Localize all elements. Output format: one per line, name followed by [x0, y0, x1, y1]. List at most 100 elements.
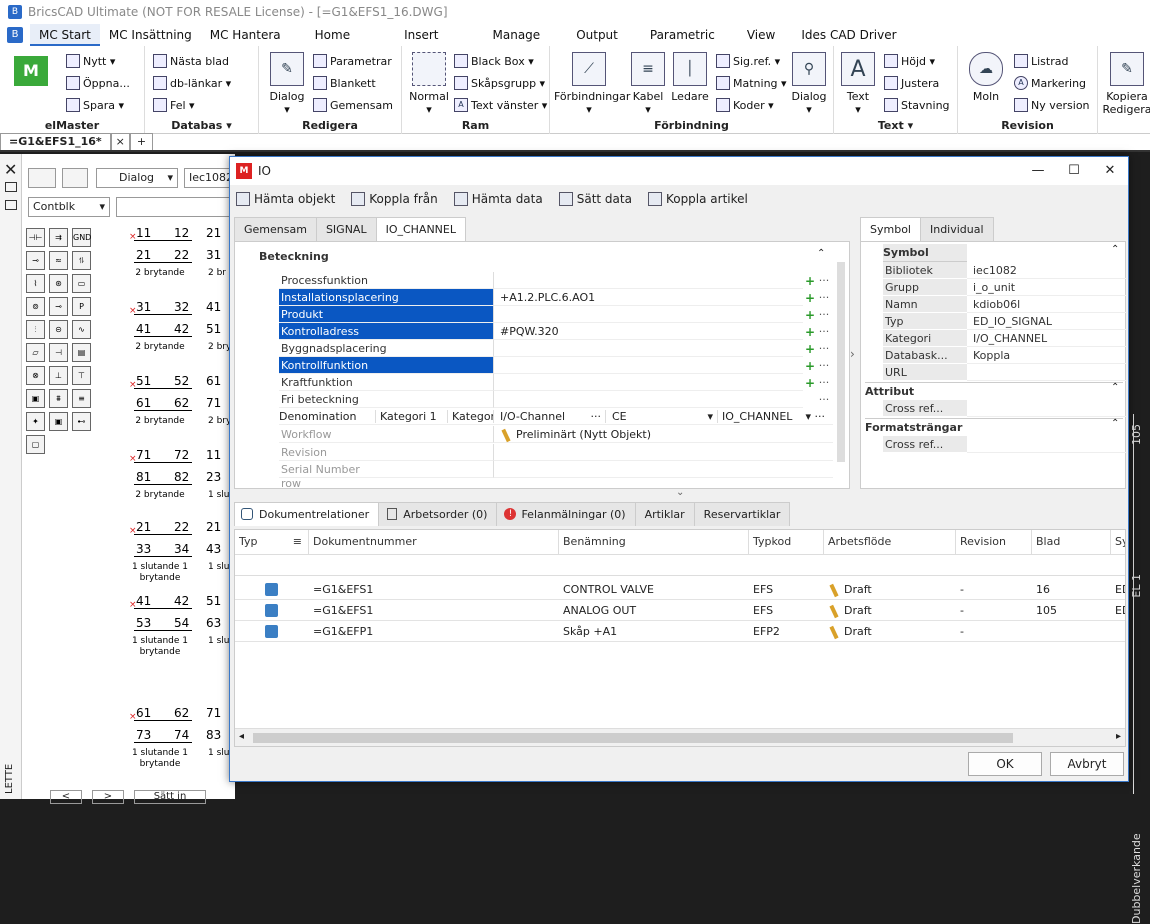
add-icon[interactable]: +	[803, 291, 817, 305]
pin-panel-icon[interactable]	[5, 182, 17, 192]
stavning-button[interactable]: Stavning	[884, 98, 950, 112]
symbol-palette-icon[interactable]: ⊣⊢	[26, 228, 45, 247]
splitter-arrow-icon[interactable]: ⌄	[676, 487, 684, 498]
kabel-button[interactable]: ≡ Kabel ▾	[628, 52, 668, 116]
symbol-palette-icon[interactable]: ⊗	[26, 366, 45, 385]
col-arbetsflode[interactable]: Arbetsflöde	[824, 530, 956, 554]
symbol-palette-icon[interactable]: ▣	[26, 389, 45, 408]
nytt-button[interactable]: Nytt ▾	[66, 54, 115, 68]
spara-button[interactable]: Spara ▾	[66, 98, 124, 112]
close-button[interactable]: ✕	[1092, 157, 1128, 185]
filter-row[interactable]	[235, 554, 1125, 576]
add-icon[interactable]: +	[803, 274, 817, 288]
koppla-fran-button[interactable]: Koppla från	[351, 192, 438, 206]
library-select[interactable]: Iec1082	[184, 168, 235, 188]
satt-in-button[interactable]: Sätt in	[134, 790, 206, 804]
symbol-palette-icon[interactable]: ⫶	[26, 320, 45, 339]
col-revision[interactable]: Revision	[956, 530, 1032, 554]
sort-icon[interactable]: ≡	[293, 530, 308, 554]
symbol-palette-icon[interactable]: ⊤	[72, 366, 91, 385]
add-icon[interactable]: +	[803, 308, 817, 322]
symbol-palette-icon[interactable]: ≡	[72, 389, 91, 408]
tab-mc-hantera[interactable]: MC Hantera	[201, 24, 290, 46]
symbol-palette-icon[interactable]: ⊚	[26, 297, 45, 316]
symbol-palette-icon[interactable]: ⥮	[72, 251, 91, 270]
property-name[interactable]: Kontrollfunktion	[279, 357, 493, 374]
tab-arbetsorder[interactable]: Arbetsorder (0)	[378, 502, 498, 526]
blankett-button[interactable]: Blankett	[313, 76, 376, 90]
doc-tab-close[interactable]: ×	[110, 133, 130, 150]
property-scrollbar[interactable]	[837, 262, 845, 462]
col-blad[interactable]: Blad	[1032, 530, 1111, 554]
tab-mc-start[interactable]: MC Start	[30, 24, 100, 46]
tab-signal[interactable]: SIGNAL	[315, 217, 377, 241]
table-row[interactable]: =G1&EFS1 ANALOG OUT EFS Draft - 105 ED	[235, 600, 1125, 621]
col-typ[interactable]: Typ ≡	[235, 530, 309, 554]
cancel-button[interactable]: Avbryt	[1050, 752, 1124, 776]
symbol-palette-icon[interactable]: ⊷	[72, 412, 91, 431]
add-icon[interactable]: +	[803, 342, 817, 356]
symbol-palette-icon[interactable]: ⊸	[26, 251, 45, 270]
satt-data-button[interactable]: Sätt data	[558, 192, 632, 206]
more-icon[interactable]: ···	[817, 325, 831, 338]
koder-button[interactable]: Koder ▾	[716, 98, 774, 112]
symbol-palette-icon[interactable]: ⊝	[49, 320, 68, 339]
doc-tab-active[interactable]: =G1&EFS1_16*	[0, 133, 111, 150]
normal-button[interactable]: Normal ▾	[406, 52, 452, 116]
text-vanster-button[interactable]: A Text vänster ▾	[454, 98, 547, 112]
markering-button[interactable]: A Markering	[1014, 76, 1086, 90]
tab-insert[interactable]: Insert	[395, 24, 447, 46]
symbol-palette-icon[interactable]: ⌇	[26, 274, 45, 293]
more-icon[interactable]: ···	[817, 342, 831, 355]
symbol-palette-icon[interactable]: GND	[72, 228, 91, 247]
matning-button[interactable]: Matning ▾	[716, 76, 787, 90]
table-row[interactable]: =G1&EFP1 Skåp +A1 EFP2 Draft -	[235, 621, 1125, 642]
property-name[interactable]: Kraftfunktion	[279, 374, 493, 391]
gemensam-button[interactable]: Gemensam	[313, 98, 393, 112]
dialog-button[interactable]: ✎ Dialog ▾	[267, 52, 307, 116]
filter-select[interactable]: Contblk ▾	[28, 197, 110, 217]
switch-label[interactable]: 1 slutande 1	[125, 562, 195, 572]
listrad-button[interactable]: Listrad	[1014, 54, 1068, 68]
cad-canvas[interactable]: Dubbelverkande EL 1 105	[1128, 154, 1150, 924]
symbol-palette-icon[interactable]: ⇉	[49, 228, 68, 247]
property-name[interactable]: Kontrolladress	[279, 323, 493, 340]
more-icon[interactable]: ···	[817, 376, 831, 389]
property-name[interactable]: Fri beteckning	[279, 391, 493, 408]
ny-version-button[interactable]: Ny version	[1014, 98, 1090, 112]
hojd-button[interactable]: Höjd ▾	[884, 54, 935, 68]
tab-manage[interactable]: Manage	[484, 24, 550, 46]
list-view-icon[interactable]	[62, 168, 88, 188]
more-icon[interactable]: ···	[817, 393, 831, 406]
oppna-button[interactable]: Öppna...	[66, 76, 130, 90]
property-value[interactable]	[493, 306, 803, 323]
text-button[interactable]: A Text ▾	[838, 52, 878, 116]
property-name[interactable]: Produkt	[279, 306, 493, 323]
symbol-palette-icon[interactable]: ✦	[26, 412, 45, 431]
add-icon[interactable]: +	[803, 325, 817, 339]
symbol-palette-icon[interactable]: ▱	[26, 343, 45, 362]
sig-ref-button[interactable]: Sig.ref. ▾	[716, 54, 780, 68]
fel-button[interactable]: Fel ▾	[153, 98, 195, 112]
col-dokumentnummer[interactable]: Dokumentnummer	[309, 530, 559, 554]
tab-home[interactable]: Home	[306, 24, 359, 46]
elmaster-logo-icon[interactable]: M	[14, 56, 48, 86]
hamta-objekt-button[interactable]: Hämta objekt	[236, 192, 335, 206]
grid-h-scrollbar[interactable]: ◂ ▸	[235, 728, 1125, 746]
more-icon[interactable]: ···	[817, 359, 831, 372]
hamta-data-button[interactable]: Hämta data	[453, 192, 543, 206]
switch-label[interactable]: 2 brytande	[125, 490, 195, 500]
minimize-button[interactable]: —	[1020, 157, 1056, 185]
symbol-palette-icon[interactable]: ⊥	[49, 366, 68, 385]
symbol-palette-icon[interactable]: ⊛	[49, 274, 68, 293]
tab-io-channel[interactable]: IO_CHANNEL	[375, 217, 466, 241]
black-box-button[interactable]: Black Box ▾	[454, 54, 534, 68]
kopiera-redigera-button[interactable]: ✎ Kopiera Redigera	[1102, 52, 1150, 116]
close-panel-icon[interactable]: ✕	[4, 160, 17, 179]
scroll-thumb[interactable]	[253, 733, 1013, 743]
property-name[interactable]: Processfunktion	[279, 272, 493, 289]
more-icon[interactable]: ···	[817, 274, 831, 287]
add-icon[interactable]: +	[803, 376, 817, 390]
tab-dokumentrelationer[interactable]: Dokumentrelationer	[234, 502, 380, 526]
symbol-collapse-icon[interactable]: ⌃	[1111, 244, 1119, 255]
